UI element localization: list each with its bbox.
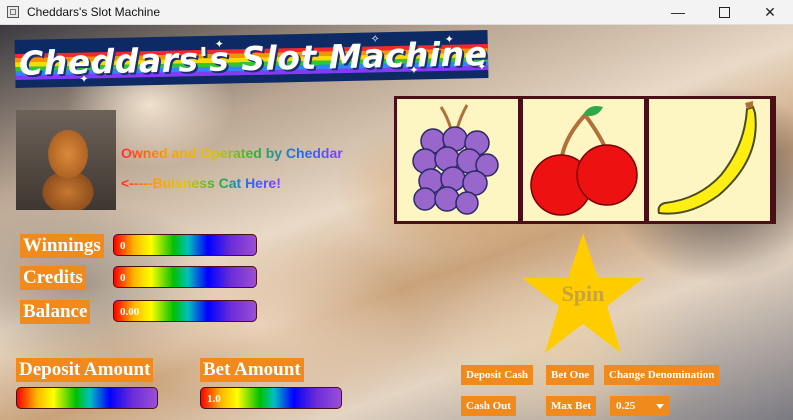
sparkle-icon: ✦ bbox=[444, 33, 454, 46]
close-icon: ✕ bbox=[764, 3, 776, 20]
credits-label: Credits bbox=[20, 266, 86, 290]
winnings-display: 0 bbox=[113, 234, 257, 256]
balance-display: 0.00 bbox=[113, 300, 257, 322]
maximize-button[interactable] bbox=[701, 0, 747, 24]
sparkle-icon: ✦ bbox=[409, 64, 419, 77]
bet-amount-input[interactable]: 1.0 bbox=[200, 387, 342, 409]
bet-amount-label: Bet Amount bbox=[200, 358, 304, 382]
sparkle-icon: ✧ bbox=[370, 33, 380, 46]
deposit-amount-label: Deposit Amount bbox=[16, 358, 154, 382]
reel-3 bbox=[649, 99, 770, 221]
denomination-select[interactable]: 0.25 bbox=[610, 396, 670, 416]
minimize-icon: — bbox=[671, 4, 685, 20]
banana-icon bbox=[657, 101, 757, 215]
deposit-cash-button[interactable]: Deposit Cash bbox=[461, 365, 534, 385]
reel-panel bbox=[394, 96, 776, 224]
close-button[interactable]: ✕ bbox=[747, 0, 793, 24]
sparkle-icon: ✦ bbox=[477, 61, 487, 74]
winnings-label: Winnings bbox=[20, 234, 104, 258]
max-bet-button[interactable]: Max Bet bbox=[546, 396, 597, 416]
sparkle-icon: ✦ bbox=[79, 73, 89, 86]
balance-label: Balance bbox=[20, 300, 91, 324]
change-denomination-button[interactable]: Change Denomination bbox=[604, 365, 720, 385]
title-banner: Cheddars's Slot Machine! ✦ ✦ ✧ ✦ ✦ ✦ bbox=[14, 30, 489, 88]
cherries-icon bbox=[530, 106, 638, 216]
business-cat-text: <-----Buisness Cat Here! bbox=[121, 175, 281, 191]
app-icon bbox=[7, 6, 19, 18]
cash-out-button[interactable]: Cash Out bbox=[461, 396, 516, 416]
window-controls: — ✕ bbox=[655, 0, 793, 24]
maximize-icon bbox=[718, 6, 730, 18]
spin-button[interactable]: Spin bbox=[520, 231, 646, 355]
slot-machine-area: Cheddars's Slot Machine! ✦ ✦ ✧ ✦ ✦ ✦ Own… bbox=[0, 25, 793, 420]
window-titlebar: Cheddars's Slot Machine — ✕ bbox=[0, 0, 793, 25]
reel-2 bbox=[523, 99, 644, 221]
window-title: Cheddars's Slot Machine bbox=[27, 5, 161, 19]
deposit-amount-input[interactable] bbox=[16, 387, 158, 409]
reel-1 bbox=[397, 99, 518, 221]
denomination-value: 0.25 bbox=[616, 400, 636, 412]
sparkle-icon: ✦ bbox=[214, 38, 225, 51]
minimize-button[interactable]: — bbox=[655, 0, 701, 24]
credits-display: 0 bbox=[113, 266, 257, 288]
chevron-down-icon bbox=[656, 404, 664, 409]
cat-photo bbox=[16, 110, 116, 210]
spin-label: Spin bbox=[561, 281, 605, 306]
owner-text: Owned and Operated by Cheddar bbox=[121, 145, 343, 161]
bet-one-button[interactable]: Bet One bbox=[546, 365, 595, 385]
grapes-icon bbox=[412, 104, 499, 215]
